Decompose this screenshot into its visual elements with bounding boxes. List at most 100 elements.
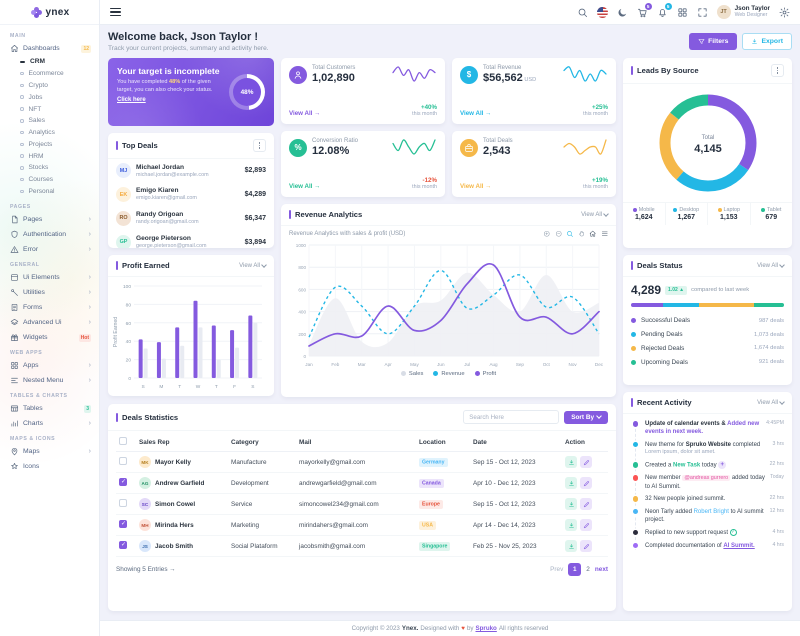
column-header-date[interactable]: Date [470, 433, 562, 452]
sidebar-item-ui-elements[interactable]: Ui Elements › [0, 270, 99, 285]
sidebar-subitem-jobs[interactable]: Jobs [0, 91, 99, 103]
sidebar-item-icons[interactable]: Icons [0, 459, 99, 474]
sidebar-subitem-sales[interactable]: Sales [0, 115, 99, 127]
row-checkbox[interactable] [119, 541, 127, 549]
plus-chip-icon[interactable]: + [718, 461, 727, 470]
download-action-button[interactable] [565, 519, 577, 531]
stat-period: this month [412, 184, 437, 190]
view-all-link[interactable]: View All → [460, 183, 513, 190]
chart-toolbar-icon[interactable] [566, 230, 574, 238]
view-all-dropdown[interactable]: View All [581, 210, 609, 218]
sidebar-item-advanced-ui[interactable]: Advanced Ui › [0, 315, 99, 330]
sidebar-item-apps[interactable]: Apps › [0, 358, 99, 373]
sidebar-subitem-hrm[interactable]: HRM [0, 150, 99, 162]
spruko-link[interactable]: Spruko [476, 625, 497, 632]
row-checkbox[interactable] [119, 457, 127, 465]
row-checkbox[interactable] [119, 478, 127, 486]
table-row[interactable]: AG Andrew Garfield Developmentandrewgarfie… [116, 472, 608, 494]
dark-mode-icon[interactable] [617, 7, 628, 18]
chart-toolbar-icon[interactable] [578, 230, 586, 238]
view-all-link[interactable]: View All → [289, 183, 358, 190]
cart-icon[interactable]: 5 [637, 2, 652, 18]
sidebar-subitem-courses[interactable]: Courses [0, 174, 99, 186]
sidebar-item-authentication[interactable]: Authentication › [0, 227, 99, 242]
card-options-button[interactable] [253, 139, 266, 152]
edit-action-button[interactable] [580, 540, 592, 552]
table-row[interactable]: MH Mirinda Hers Marketingmirindahers@gmail… [116, 514, 608, 536]
column-header-location[interactable]: Location [416, 433, 470, 452]
table-row[interactable]: MK Mayor Kelly Manufacture mayorkelly@gmail… [116, 451, 608, 473]
card-options-button[interactable] [771, 64, 784, 77]
select-all-checkbox[interactable] [119, 437, 127, 445]
sidebar-subitem-personal[interactable]: Personal [0, 186, 99, 198]
language-flag-icon[interactable] [596, 6, 608, 18]
view-all-link[interactable]: View All → [289, 110, 355, 117]
column-header-sales-rep[interactable]: Sales Rep [136, 433, 228, 452]
table-row[interactable]: JS Jacob Smith Social Plataformjacobsmith@… [116, 535, 608, 557]
edit-action-button[interactable] [580, 498, 592, 510]
download-action-button[interactable] [565, 456, 577, 468]
sidebar-subitem-projects[interactable]: Projects [0, 138, 99, 150]
sidebar-subitem-crypto[interactable]: Crypto [0, 80, 99, 92]
chart-toolbar-icon[interactable] [589, 230, 597, 238]
table-row[interactable]: SC Simon Cowel Service simoncowel234@gmail.… [116, 493, 608, 515]
user-profile-chip[interactable]: JT Json Taylor Web Designer [716, 5, 770, 19]
sales-rep-name: Mayor Kelly [155, 458, 191, 466]
view-all-dropdown[interactable]: View All [757, 261, 785, 269]
row-checkbox[interactable] [119, 520, 127, 528]
filters-button[interactable]: Filters [689, 33, 738, 50]
sidebar-item-widgets[interactable]: Widgets Hot [0, 330, 99, 345]
mail-cell: jacobsmith@gmail.com [296, 535, 416, 557]
sidebar-item-utilities[interactable]: Utilities › [0, 285, 99, 300]
edit-action-button[interactable] [580, 456, 592, 468]
view-all-dropdown[interactable]: View All [757, 398, 785, 406]
sort-by-button[interactable]: Sort By [564, 410, 608, 424]
sidebar-subitem-crm[interactable]: CRM [0, 56, 99, 68]
download-action-button[interactable] [565, 498, 577, 510]
fullscreen-icon[interactable] [697, 7, 708, 18]
sidebar-item-pages[interactable]: Pages › [0, 212, 99, 227]
sidebar-subitem-stocks[interactable]: Stocks [0, 162, 99, 174]
banner-click-here-link[interactable]: Click here [117, 97, 146, 103]
chart-toolbar-icon[interactable] [543, 230, 551, 238]
pagination-page-1[interactable]: 1 [568, 563, 582, 576]
sidebar-subitem-ecommerce[interactable]: Ecommerce [0, 68, 99, 80]
sidebar-item-charts[interactable]: Charts › [0, 416, 99, 431]
search-input[interactable] [463, 410, 560, 424]
download-action-button[interactable] [565, 540, 577, 552]
top-deal-row[interactable]: EK Emigo Kiaren emigo.kiaren@gmail.com $4,2… [108, 183, 274, 207]
chart-toolbar-icon[interactable] [555, 230, 563, 238]
sidebar-subitem-nft[interactable]: NFT [0, 103, 99, 115]
pagination-page-2[interactable]: 2 [586, 566, 590, 573]
view-all-dropdown[interactable]: View All [239, 261, 267, 269]
sidebar-item-tables[interactable]: Tables 3 [0, 401, 99, 416]
download-action-button[interactable] [565, 477, 577, 489]
search-icon[interactable] [577, 7, 588, 18]
pagination-prev[interactable]: Prev [550, 566, 563, 573]
edit-action-button[interactable] [580, 477, 592, 489]
notifications-bell-icon[interactable]: 5 [657, 2, 672, 18]
sidebar-item-nested-menu[interactable]: Nested Menu › [0, 373, 99, 388]
sidebar-subitem-analytics[interactable]: Analytics [0, 127, 99, 139]
top-deal-row[interactable]: MJ Michael Jordan michael.jordan@example.c… [108, 159, 274, 183]
sidebar-item-dashboards[interactable]: Dashboards 12 [0, 41, 99, 56]
leads-legend-tablet: Tablet 679 [751, 203, 793, 225]
top-deal-row[interactable]: RO Randy Origoan randy.origoan@gmail.com $6… [108, 207, 274, 231]
sidebar-item-error[interactable]: Error › [0, 242, 99, 257]
settings-gear-icon[interactable] [779, 7, 790, 18]
hamburger-icon[interactable] [110, 6, 121, 18]
column-header-mail[interactable]: Mail [296, 433, 416, 452]
column-header-action[interactable]: Action [562, 433, 608, 452]
chart-toolbar-icon[interactable] [601, 230, 609, 238]
view-all-link[interactable]: View All → [460, 110, 536, 117]
column-header-category[interactable]: Category [228, 433, 296, 452]
top-deal-row[interactable]: GP George Pieterson george.pieterson@gmail… [108, 230, 274, 248]
edit-action-button[interactable] [580, 519, 592, 531]
app-logo[interactable]: ynex [0, 0, 99, 25]
sidebar-item-maps[interactable]: Maps › [0, 444, 99, 459]
pagination-next[interactable]: next [595, 566, 608, 573]
apps-grid-icon[interactable] [677, 7, 688, 18]
row-checkbox[interactable] [119, 499, 127, 507]
export-button[interactable]: Export [742, 33, 792, 50]
sidebar-item-forms[interactable]: Forms › [0, 300, 99, 315]
